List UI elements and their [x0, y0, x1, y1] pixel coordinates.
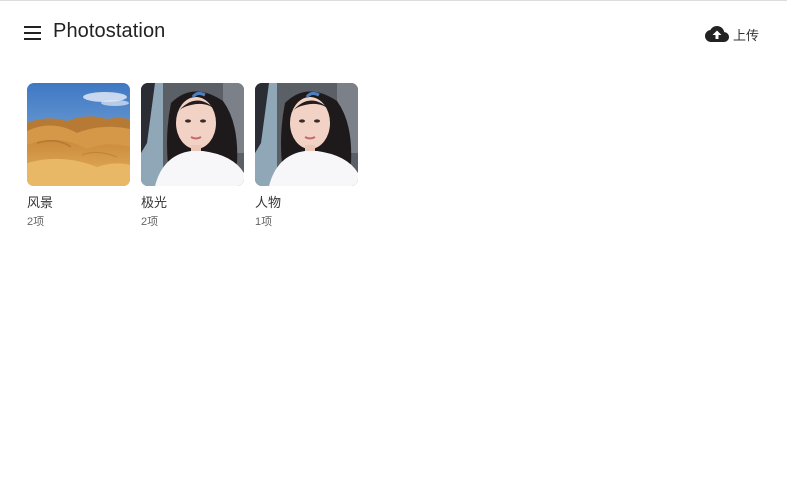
album-card[interactable]: 极光 2项 — [141, 83, 244, 229]
album-name: 风景 — [27, 195, 54, 210]
album-count: 2项 — [27, 216, 45, 228]
upload-label: 上传 — [732, 27, 759, 43]
app-header: Photostation 上传 — [0, 1, 787, 63]
album-thumbnail — [255, 83, 358, 186]
album-card[interactable]: 风景 2项 — [27, 83, 130, 229]
album-grid: 风景 2项 极光 2项 人物 1项 — [27, 83, 369, 229]
portrait-girl-image — [141, 83, 244, 186]
desert-dunes-image — [27, 83, 130, 186]
album-thumbnail — [27, 83, 130, 186]
album-name: 人物 — [255, 195, 282, 210]
app-title: Photostation — [53, 20, 166, 42]
menu-button[interactable] — [22, 22, 44, 44]
album-count: 1项 — [255, 216, 273, 228]
menu-icon — [24, 26, 41, 40]
album-thumbnail — [141, 83, 244, 186]
album-card[interactable]: 人物 1项 — [255, 83, 358, 229]
portrait-girl-image — [255, 83, 358, 186]
cloud-upload-icon — [704, 26, 729, 42]
upload-button[interactable]: 上传 — [704, 22, 759, 46]
album-count: 2项 — [141, 216, 159, 228]
album-name: 极光 — [141, 195, 168, 210]
